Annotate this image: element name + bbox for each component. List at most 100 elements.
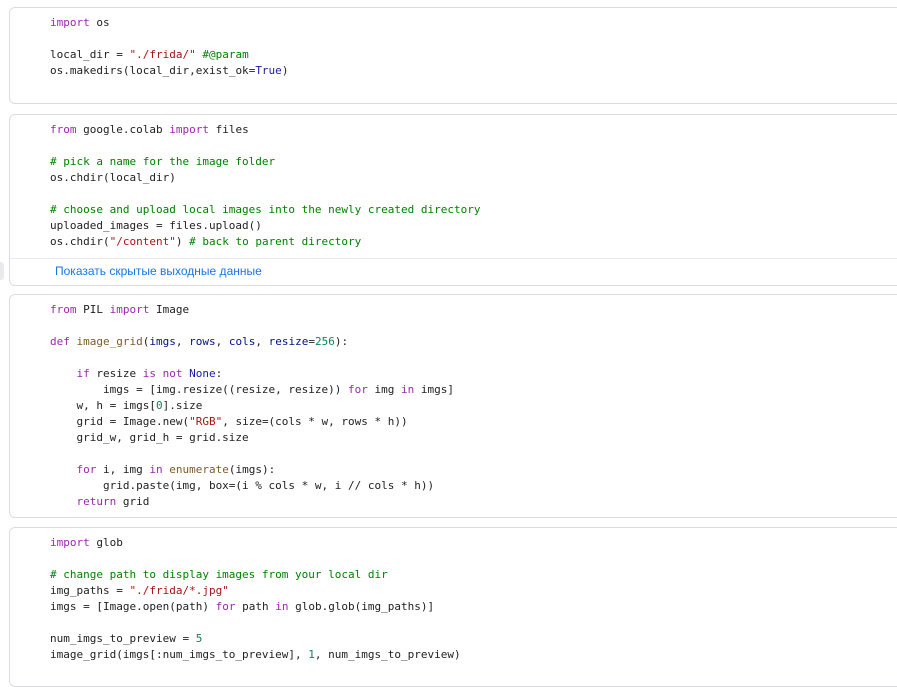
code-token: "/content" xyxy=(109,235,176,248)
code-line: imgs = [img.resize((resize, resize)) for… xyxy=(50,382,890,398)
code-token: not xyxy=(162,367,183,380)
code-token: "./frida/*.jpg" xyxy=(129,584,229,597)
code-token: (imgs): xyxy=(228,463,276,476)
code-token: for xyxy=(348,383,368,396)
code-line: image_grid(imgs[:num_imgs_to_preview], 1… xyxy=(50,647,890,663)
code-token: #@param xyxy=(202,48,249,61)
code-token: os xyxy=(89,16,110,29)
code-line: if resize is not None: xyxy=(50,366,890,382)
code-line: local_dir = "./frida/" #@param xyxy=(50,47,890,63)
code-token: ) xyxy=(175,235,190,248)
code-token: , size=(cols * w, rows * h)) xyxy=(222,415,408,428)
code-token: : xyxy=(215,367,223,380)
code-line: imgs = [Image.open(path) for path in glo… xyxy=(50,599,890,615)
code-token: "./frida/" xyxy=(129,48,196,61)
code-token: import xyxy=(109,303,150,316)
code-token: def xyxy=(50,335,70,348)
code-line: # change path to display images from you… xyxy=(50,567,890,583)
code-token: , num_imgs_to_preview) xyxy=(314,648,461,661)
code-token: cols xyxy=(228,335,256,348)
code-line: grid.paste(img, box=(i % cols * w, i // … xyxy=(50,478,890,494)
code-token: rows xyxy=(189,335,216,348)
code-line: # pick a name for the image folder xyxy=(50,154,890,170)
code-token: in xyxy=(401,383,415,396)
code-token: True xyxy=(255,64,282,77)
code-token: google.colab xyxy=(76,123,170,136)
code-line: for i, img in enumerate(imgs): xyxy=(50,462,890,478)
code-token: img_paths = xyxy=(50,584,130,597)
code-editor[interactable]: from PIL import Image def image_grid (imgs… xyxy=(50,302,890,510)
code-token: os.makedirs(local_dir, xyxy=(50,64,196,77)
code-token: ) xyxy=(281,64,289,77)
code-token: local_dir xyxy=(50,48,110,61)
code-token: os.chdir(local_dir) xyxy=(50,171,176,184)
code-token: resize xyxy=(89,367,143,380)
code-token: img xyxy=(367,383,402,396)
code-line: w, h = imgs[0].size xyxy=(50,398,890,414)
output-area xyxy=(10,258,897,259)
code-token: image_grid(imgs[:num_imgs_to_preview], xyxy=(50,648,309,661)
code-token: is xyxy=(142,367,156,380)
code-token: 0 xyxy=(155,399,163,412)
code-token: = xyxy=(109,48,130,61)
code-token: , xyxy=(175,335,190,348)
code-token: PIL xyxy=(76,303,110,316)
code-token: num_imgs_to_preview = xyxy=(50,632,196,645)
code-line: import glob xyxy=(50,535,890,551)
code-token: , xyxy=(215,335,229,348)
code-token: if xyxy=(76,367,90,380)
code-token: files xyxy=(208,123,249,136)
code-cell-4[interactable]: import glob # change path to display imag… xyxy=(9,527,897,687)
code-cell-1[interactable]: import os local_dir = "./frida/" #@param o… xyxy=(9,7,897,104)
code-token: # change path to display images from you… xyxy=(50,568,388,581)
code-line: import os xyxy=(50,15,890,31)
code-editor[interactable]: import os local_dir = "./frida/" #@param o… xyxy=(50,15,890,79)
code-token: imgs] xyxy=(414,383,455,396)
code-token: path xyxy=(235,600,276,613)
code-cell-3[interactable]: from PIL import Image def image_grid (imgs… xyxy=(9,294,897,518)
code-token: from xyxy=(50,123,77,136)
code-token: i, img xyxy=(96,463,150,476)
code-token: ].size xyxy=(162,399,203,412)
code-line: uploaded_images = files.upload() xyxy=(50,218,890,234)
code-token: # choose and upload local images into th… xyxy=(50,203,481,216)
code-token: glob.glob(img_paths)] xyxy=(288,600,435,613)
code-editor[interactable]: from google.colab import files # pick a n… xyxy=(50,122,890,250)
code-token: import xyxy=(50,536,90,549)
code-token: None xyxy=(189,367,216,380)
code-token: grid.paste(img, box=(i % cols * w, i // … xyxy=(50,479,435,492)
code-token: "RGB" xyxy=(189,415,223,428)
code-token: ): xyxy=(334,335,349,348)
code-token: = xyxy=(308,335,315,348)
code-token: 5 xyxy=(195,632,203,645)
code-line: num_imgs_to_preview = 5 xyxy=(50,631,890,647)
output-gutter-marker xyxy=(0,262,4,280)
code-token: grid xyxy=(116,495,150,508)
code-token: # pick a name for the image folder xyxy=(50,155,276,168)
code-token: imgs xyxy=(149,335,176,348)
code-token: return xyxy=(76,495,117,508)
code-token: for xyxy=(215,600,236,613)
code-token: in xyxy=(275,600,289,613)
code-token: os.chdir( xyxy=(50,235,110,248)
code-token: from xyxy=(50,303,77,316)
code-token: imgs = [Image.open(path) xyxy=(50,600,216,613)
show-hidden-output-link[interactable]: Показать скрытые выходные данные xyxy=(55,264,262,278)
code-editor[interactable]: import glob # change path to display imag… xyxy=(50,535,890,663)
code-line: os.makedirs(local_dir,exist_ok=True) xyxy=(50,63,890,79)
code-token: image_grid xyxy=(76,335,143,348)
code-cell-2[interactable]: from google.colab import files # pick a n… xyxy=(9,114,897,286)
code-line: os.chdir(local_dir) xyxy=(50,170,890,186)
code-line: return grid xyxy=(50,494,890,510)
code-token: Image xyxy=(149,303,190,316)
code-token: w, h = imgs[ xyxy=(50,399,156,412)
